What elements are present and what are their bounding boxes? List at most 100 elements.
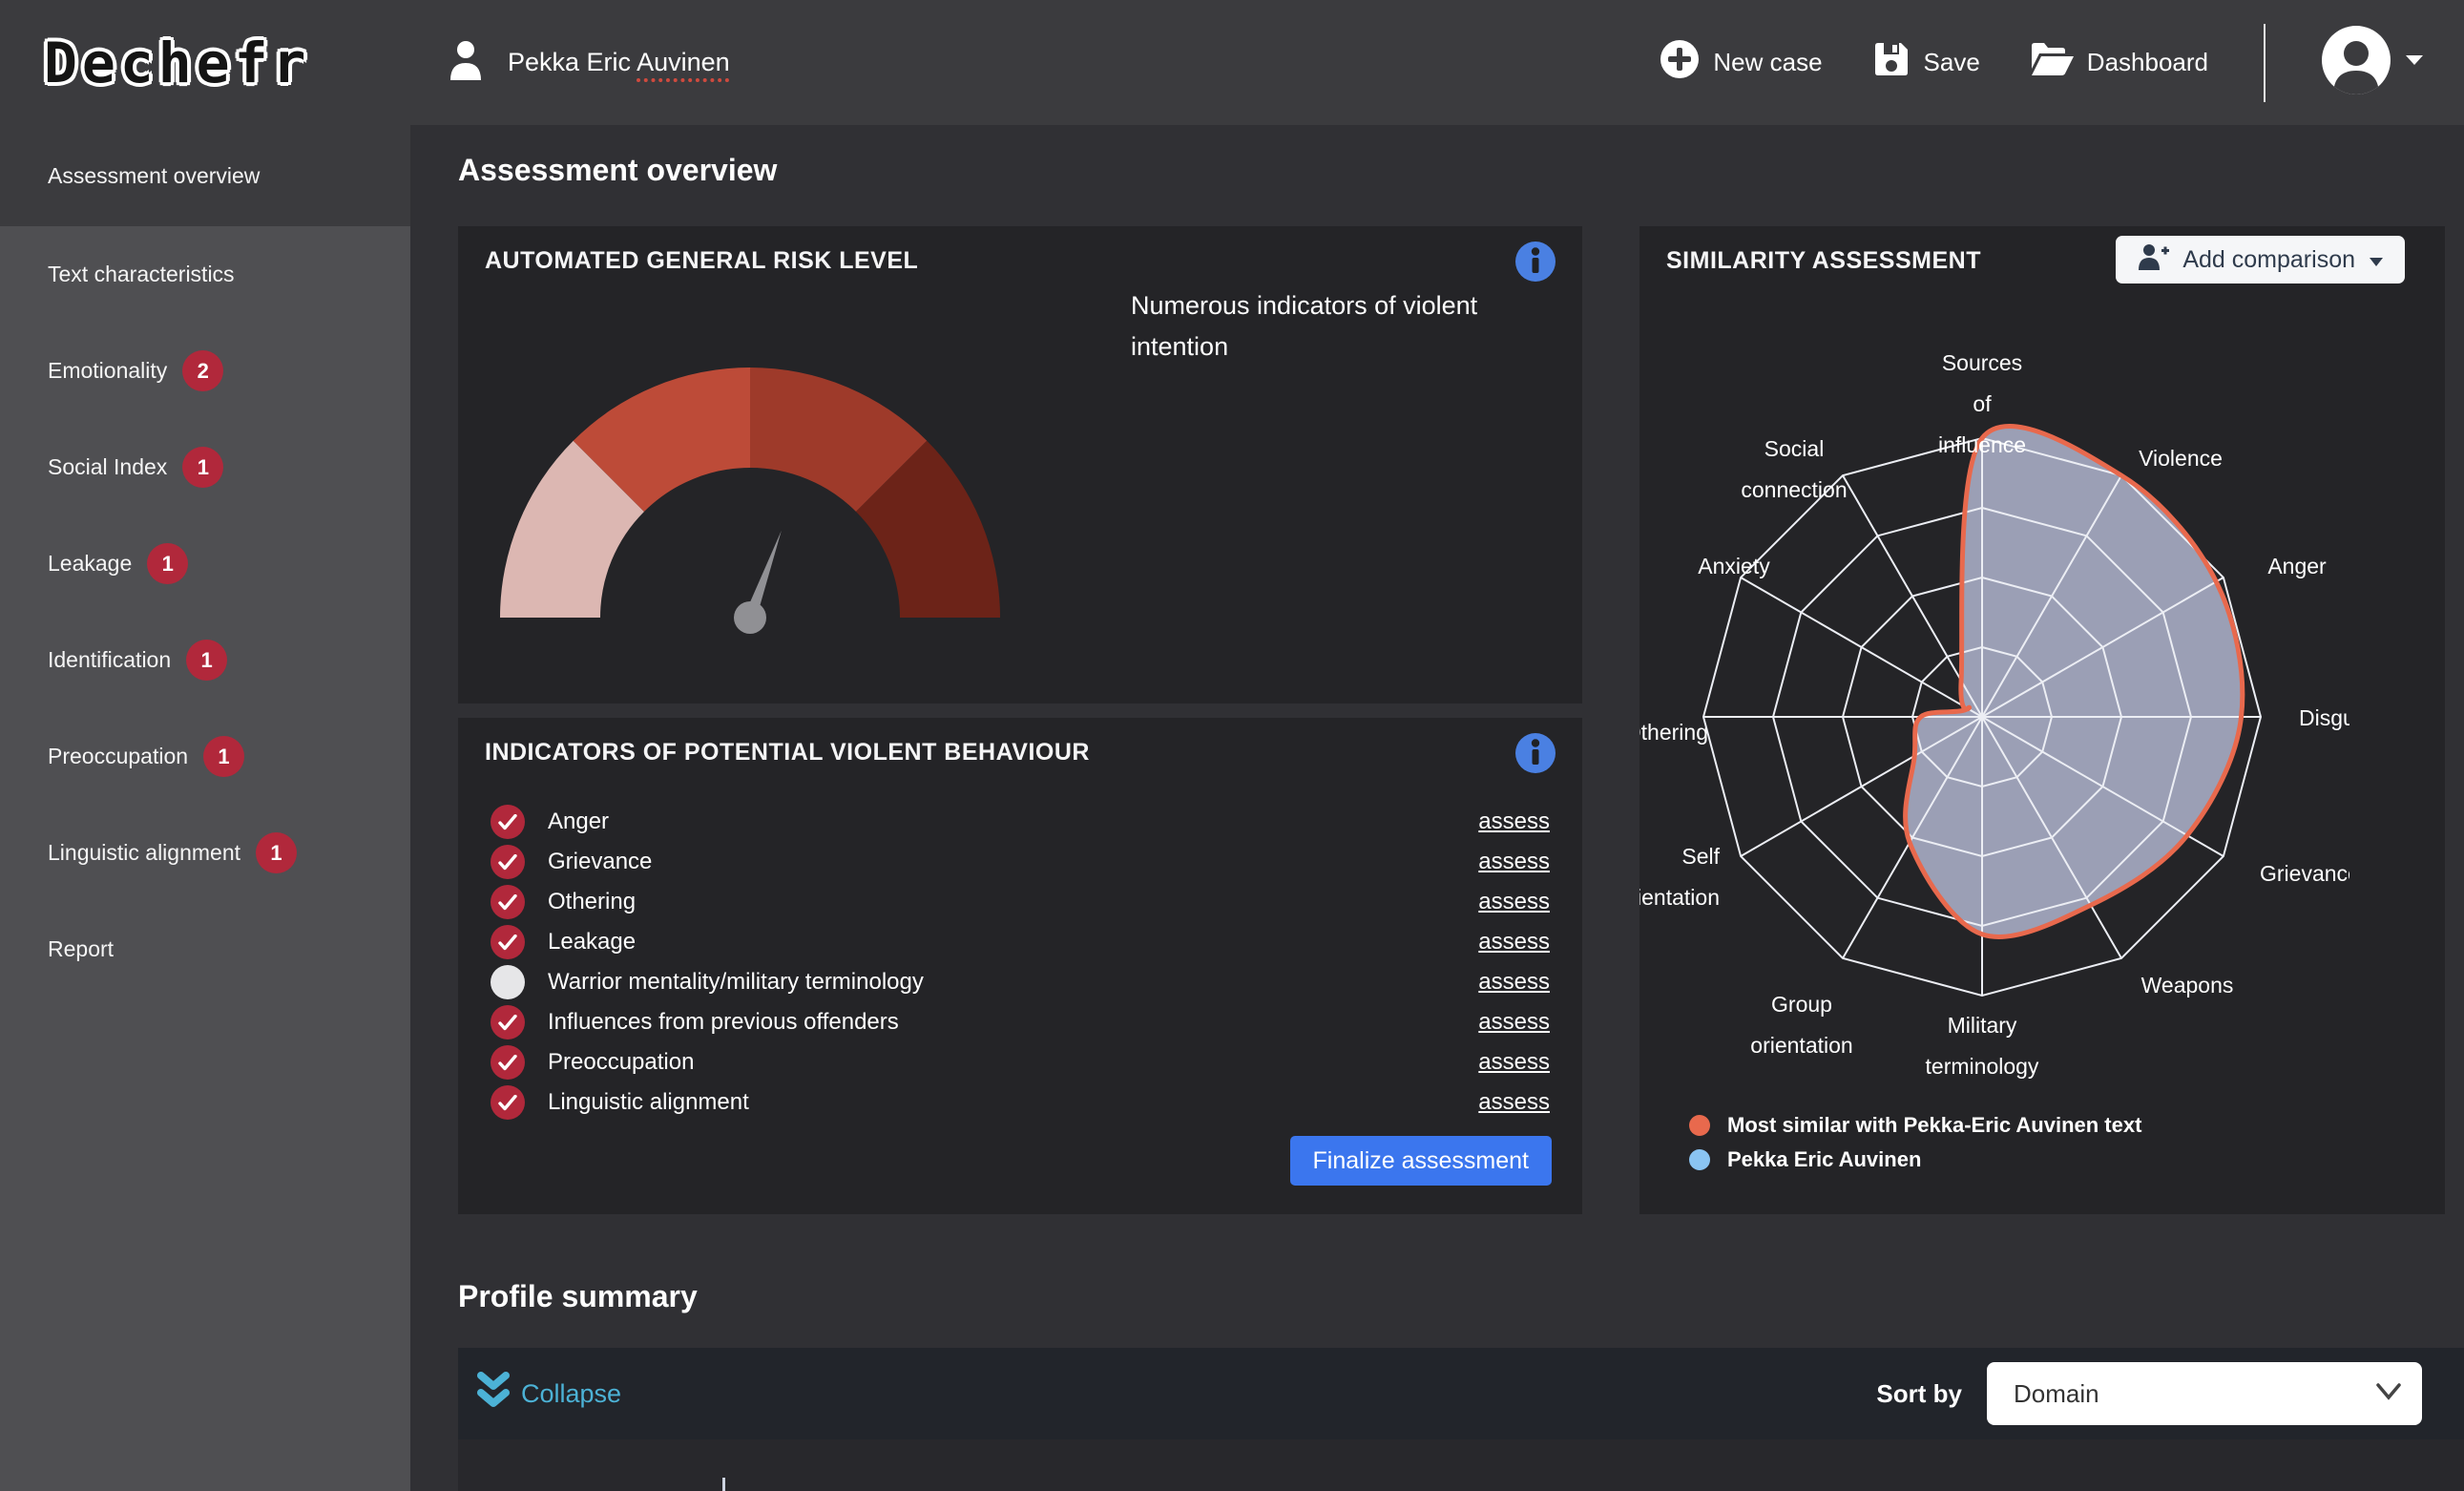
radar-axis-label: Disgust: [2299, 705, 2349, 730]
indicator-row: Preoccupation assess: [491, 1042, 1550, 1082]
assess-link[interactable]: assess: [1478, 849, 1550, 875]
risk-card-title: AUTOMATED GENERAL RISK LEVEL: [485, 247, 918, 275]
profile-summary-content: [458, 1439, 2464, 1491]
radar-axis-label: Anger: [2267, 554, 2327, 578]
sidebar-item-report[interactable]: Report: [0, 901, 410, 998]
sidebar-item-label: Linguistic alignment: [48, 840, 240, 866]
indicator-label: Linguistic alignment: [548, 1089, 749, 1116]
sidebar-item-badge: 1: [256, 832, 297, 873]
indicator-checked-icon[interactable]: [491, 805, 525, 839]
double-chevron-down-icon: [477, 1372, 510, 1417]
similarity-radar-chart: SourcesofinfluenceViolenceAngerDisgustGr…: [1639, 344, 2349, 1107]
sidebar-item-leakage[interactable]: Leakage 1: [0, 515, 410, 612]
info-icon[interactable]: [1515, 242, 1556, 282]
indicator-label: Warrior mentality/military terminology: [548, 969, 924, 996]
similarity-card: SIMILARITY ASSESSMENT Add comparison Sou…: [1639, 226, 2445, 1214]
legend-dot-icon: [1689, 1115, 1710, 1136]
sidebar-item-label: Emotionality: [48, 358, 167, 384]
user-icon: [449, 40, 483, 85]
caret-down-icon[interactable]: [2405, 53, 2424, 72]
sidebar-item-label: Identification: [48, 647, 171, 673]
risk-level-card: AUTOMATED GENERAL RISK LEVEL Numerous in…: [458, 226, 1582, 704]
assess-link[interactable]: assess: [1478, 1049, 1550, 1076]
indicator-row: Influences from previous offenders assess: [491, 1002, 1550, 1042]
sidebar-nav: Assessment overviewText characteristicsE…: [0, 125, 410, 1491]
legend-label: Pekka Eric Auvinen: [1727, 1147, 1921, 1172]
sidebar-item-label: Assessment overview: [48, 163, 260, 189]
current-case-user: Pekka Eric Auvinen: [449, 40, 730, 85]
sidebar-item-badge: 1: [182, 447, 223, 488]
radar-axis-label: Selforientation: [1639, 844, 1721, 910]
sidebar-item-badge: 2: [182, 350, 223, 391]
indicator-row: Leakage assess: [491, 922, 1550, 962]
assess-link[interactable]: assess: [1478, 1009, 1550, 1036]
sort-by-label: Sort by: [1876, 1379, 1962, 1409]
save-label: Save: [1924, 48, 1980, 77]
app-logo[interactable]: Dechefr: [0, 31, 410, 95]
sidebar-item-badge: 1: [186, 640, 227, 681]
caret-down-icon: [2369, 246, 2384, 274]
header-actions: New case Save Dashboard: [1660, 24, 2464, 102]
indicator-checked-icon[interactable]: [491, 1005, 525, 1040]
sidebar-item-emotionality[interactable]: Emotionality 2: [0, 323, 410, 419]
assess-link[interactable]: assess: [1478, 929, 1550, 956]
assess-link[interactable]: assess: [1478, 889, 1550, 915]
new-case-button[interactable]: New case: [1660, 39, 1822, 86]
indicator-unchecked-icon[interactable]: [491, 965, 525, 999]
indicator-checked-icon[interactable]: [491, 925, 525, 959]
avatar[interactable]: [2321, 25, 2391, 100]
assess-link[interactable]: assess: [1478, 1089, 1550, 1116]
assess-link[interactable]: assess: [1478, 969, 1550, 996]
legend-dot-icon: [1689, 1149, 1710, 1170]
profile-summary-toolbar: Collapse Sort by Domain: [458, 1348, 2464, 1439]
person-plus-icon: [2137, 243, 2169, 277]
sidebar-item-assessment-overview[interactable]: Assessment overview: [0, 125, 410, 226]
indicator-checked-icon[interactable]: [491, 1045, 525, 1080]
sidebar-item-identification[interactable]: Identification 1: [0, 612, 410, 708]
save-button[interactable]: Save: [1872, 40, 1980, 85]
indicator-row: Grievanceassess: [491, 842, 1550, 882]
sidebar-item-label: Leakage: [48, 551, 132, 577]
indicator-checked-icon[interactable]: [491, 885, 525, 919]
sidebar-item-text-characteristics[interactable]: Text characteristics: [0, 226, 410, 323]
radar-axis-label: Grievance: [2260, 861, 2349, 886]
finalize-assessment-button[interactable]: Finalize assessment: [1290, 1136, 1552, 1186]
sidebar-item-preoccupation[interactable]: Preoccupation1: [0, 708, 410, 805]
sidebar-item-label: Report: [48, 936, 114, 962]
sidebar-item-badge: 1: [203, 736, 244, 777]
plus-circle-icon: [1660, 39, 1700, 86]
indicator-row: Warrior mentality/military terminology as…: [491, 962, 1550, 1002]
indicator-label: Preoccupation: [548, 1049, 694, 1076]
add-comparison-button[interactable]: Add comparison: [2116, 236, 2405, 284]
page-title: Assessment overview: [458, 153, 777, 188]
new-case-label: New case: [1713, 48, 1822, 77]
legend-item: Most similar with Pekka-Eric Auvinen tex…: [1689, 1108, 2141, 1143]
radar-axis-label: Weapons: [2141, 973, 2234, 998]
radar-axis-label: Sourcesofinfluence: [1938, 350, 2026, 457]
radar-legend: Most similar with Pekka-Eric Auvinen tex…: [1689, 1108, 2141, 1177]
indicator-checked-icon[interactable]: [491, 1085, 525, 1120]
sort-by-control: Sort by Domain: [1876, 1362, 2422, 1425]
assess-link[interactable]: assess: [1478, 808, 1550, 835]
info-icon[interactable]: [1515, 733, 1556, 773]
sidebar-item-badge: 1: [147, 543, 188, 584]
indicator-checked-icon[interactable]: [491, 845, 525, 879]
indicators-card: INDICATORS OF POTENTIAL VIOLENT BEHAVIOU…: [458, 718, 1582, 1214]
user-name: Pekka Eric Auvinen: [508, 48, 730, 77]
indicator-label: Othering: [548, 889, 636, 915]
sort-by-select[interactable]: Domain: [1987, 1362, 2422, 1425]
indicator-label: Influences from previous offenders: [548, 1009, 899, 1036]
indicator-label: Leakage: [548, 929, 636, 956]
collapse-button[interactable]: Collapse: [477, 1372, 621, 1417]
indicators-list: AngerassessGrievanceassessOtheringassess…: [491, 802, 1550, 1123]
radar-axis-label: Grouporientation: [1750, 992, 1852, 1058]
sidebar-item-linguistic-alignment[interactable]: Linguistic alignment 1: [0, 805, 410, 901]
sidebar-item-social-index[interactable]: Social Index1: [0, 419, 410, 515]
account-menu[interactable]: [2321, 25, 2424, 100]
legend-label: Most similar with Pekka-Eric Auvinen tex…: [1727, 1113, 2141, 1138]
collapse-label: Collapse: [521, 1379, 621, 1409]
header-divider: [2264, 24, 2266, 102]
dashboard-button[interactable]: Dashboard: [2030, 40, 2208, 85]
top-bar: Dechefr Pekka Eric Auvinen New case Save…: [0, 0, 2464, 125]
risk-description: Numerous indicators of violent intention: [1131, 285, 1560, 368]
